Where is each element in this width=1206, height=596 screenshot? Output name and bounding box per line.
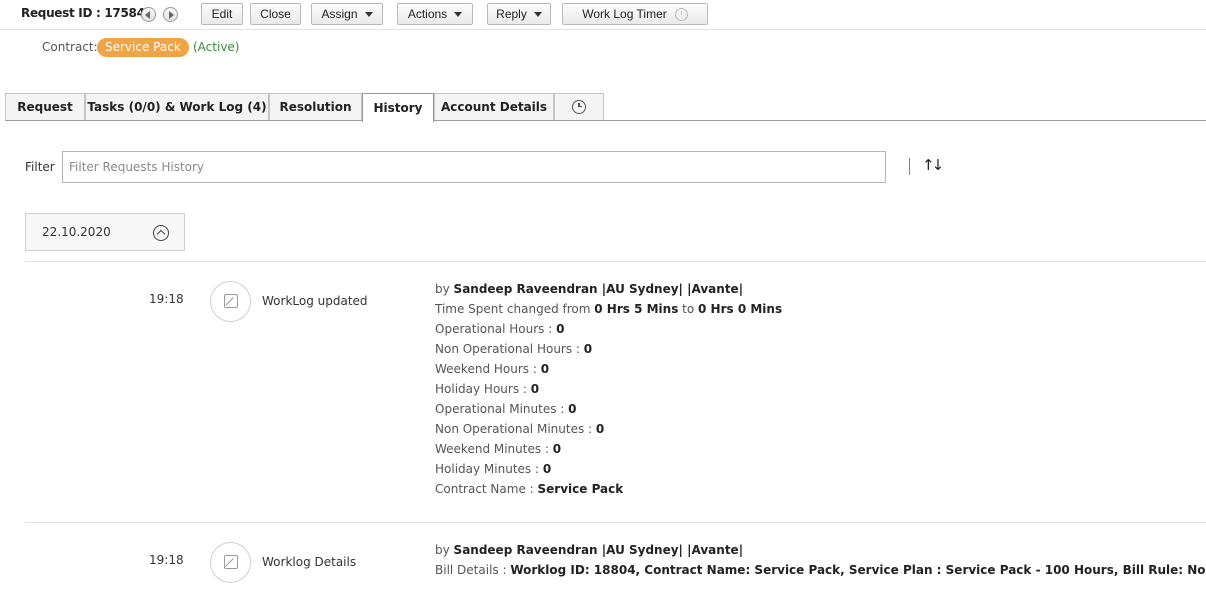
history-details: by Sandeep Raveendran |AU Sydney| |Avant… xyxy=(435,540,1206,580)
next-request-button[interactable] xyxy=(163,7,178,22)
contract-status: (Active) xyxy=(193,40,240,54)
history-title: WorkLog updated xyxy=(262,294,368,308)
field-line: Operational Minutes : 0 xyxy=(435,399,782,419)
divider xyxy=(25,261,1206,262)
field-label: Contract Name : xyxy=(435,482,538,496)
chevron-down-icon xyxy=(364,12,373,18)
field-label: Holiday Minutes : xyxy=(435,462,543,476)
sort-icon[interactable]: ↑↓ xyxy=(922,156,944,174)
actions-label: Actions xyxy=(407,7,448,21)
reply-label: Reply xyxy=(496,7,527,21)
tab-history[interactable]: History xyxy=(362,93,434,122)
chevron-down-icon xyxy=(454,12,463,18)
field-label: Weekend Minutes : xyxy=(435,442,553,456)
reply-button[interactable]: Reply xyxy=(487,3,551,25)
author-name: Sandeep Raveendran |AU Sydney| |Avante| xyxy=(453,543,744,557)
tabs-divider xyxy=(5,120,1206,121)
arrow-left-icon xyxy=(145,11,150,19)
assign-button[interactable]: Assign xyxy=(311,3,383,25)
field-label: Non Operational Minutes : xyxy=(435,422,596,436)
field-value: 0 xyxy=(568,402,577,416)
close-button[interactable]: Close xyxy=(250,3,301,25)
field-value: 0 xyxy=(542,462,552,476)
filter-label: Filter xyxy=(25,160,55,174)
collapse-icon[interactable] xyxy=(153,225,169,241)
field-label: Operational Hours : xyxy=(435,322,557,336)
history-details: by Sandeep Raveendran |AU Sydney| |Avant… xyxy=(435,279,782,499)
edit-button[interactable]: Edit xyxy=(201,3,243,25)
field-value: 0 xyxy=(595,422,605,436)
field-label: Weekend Hours : xyxy=(435,362,541,376)
pencil-icon xyxy=(224,555,238,569)
pencil-icon xyxy=(224,294,238,308)
field-value: Service Pack xyxy=(537,482,624,496)
previous-request-button[interactable] xyxy=(141,7,156,22)
field-label: Operational Minutes : xyxy=(435,402,569,416)
field-line: Weekend Hours : 0 xyxy=(435,359,782,379)
date-group-header[interactable]: 22.10.2020 xyxy=(25,213,185,251)
history-icon xyxy=(210,542,251,583)
history-icon xyxy=(210,281,251,322)
field-value: Worklog ID: 18804, Contract Name: Servic… xyxy=(510,563,1206,577)
field-value: 0 xyxy=(540,362,550,376)
field-value: 0 xyxy=(583,342,593,356)
field-line: Non Operational Minutes : 0 xyxy=(435,419,782,439)
actions-button[interactable]: Actions xyxy=(397,3,473,25)
field-line: Non Operational Hours : 0 xyxy=(435,339,782,359)
field-value: 0 xyxy=(556,322,565,336)
tab-tasks-work-log[interactable]: Tasks (0/0) & Work Log (4) xyxy=(85,93,269,120)
clock-icon xyxy=(572,99,586,114)
date-label: 22.10.2020 xyxy=(42,225,111,239)
by-prefix: by xyxy=(435,543,450,557)
tab-request[interactable]: Request xyxy=(5,93,85,120)
field-line: Contract Name : Service Pack xyxy=(435,479,782,499)
contract-label: Contract: xyxy=(42,40,98,54)
assign-label: Assign xyxy=(321,7,358,21)
field-line: Weekend Minutes : 0 xyxy=(435,439,782,459)
request-id: Request ID : 17584 xyxy=(21,6,145,20)
stopwatch-icon xyxy=(674,8,688,22)
field-line: Holiday Hours : 0 xyxy=(435,379,782,399)
field-value: 0 xyxy=(552,442,562,456)
filter-input[interactable] xyxy=(62,151,886,183)
work-log-timer-button[interactable]: Work Log Timer xyxy=(562,3,708,25)
work-log-timer-label: Work Log Timer xyxy=(582,7,667,21)
field-value: 0 xyxy=(530,382,540,396)
change-from: 0 Hrs 5 Mins xyxy=(594,302,679,316)
field-line: Bill Details : Worklog ID: 18804, Contra… xyxy=(435,560,1206,580)
change-text: to xyxy=(678,302,699,316)
change-to: 0 Hrs 0 Mins xyxy=(698,302,783,316)
history-title: Worklog Details xyxy=(262,555,357,569)
tab-resolution[interactable]: Resolution xyxy=(269,93,362,120)
divider xyxy=(909,158,910,175)
history-time: 19:18 xyxy=(149,292,184,306)
by-prefix: by xyxy=(435,282,450,296)
field-label: Non Operational Hours : xyxy=(435,342,584,356)
arrow-right-icon xyxy=(169,11,174,19)
change-line: Time Spent changed from 0 Hrs 5 Mins to … xyxy=(435,299,782,319)
field-line: Operational Hours : 0 xyxy=(435,319,782,339)
change-text: Time Spent changed from xyxy=(435,302,595,316)
divider xyxy=(25,522,1206,523)
tab-timeline[interactable] xyxy=(554,93,604,120)
tab-account-details[interactable]: Account Details xyxy=(434,93,554,120)
history-author: by Sandeep Raveendran |AU Sydney| |Avant… xyxy=(435,540,1206,560)
history-time: 19:18 xyxy=(149,553,184,567)
author-name: Sandeep Raveendran |AU Sydney| |Avante| xyxy=(453,282,744,296)
top-toolbar: Request ID : 17584 Edit Close Assign Act… xyxy=(0,0,1206,30)
contract-badge[interactable]: Service Pack xyxy=(97,38,189,57)
field-label: Bill Details : xyxy=(435,563,511,577)
field-line: Holiday Minutes : 0 xyxy=(435,459,782,479)
chevron-down-icon xyxy=(533,12,542,18)
field-label: Holiday Hours : xyxy=(435,382,531,396)
history-author: by Sandeep Raveendran |AU Sydney| |Avant… xyxy=(435,279,782,299)
